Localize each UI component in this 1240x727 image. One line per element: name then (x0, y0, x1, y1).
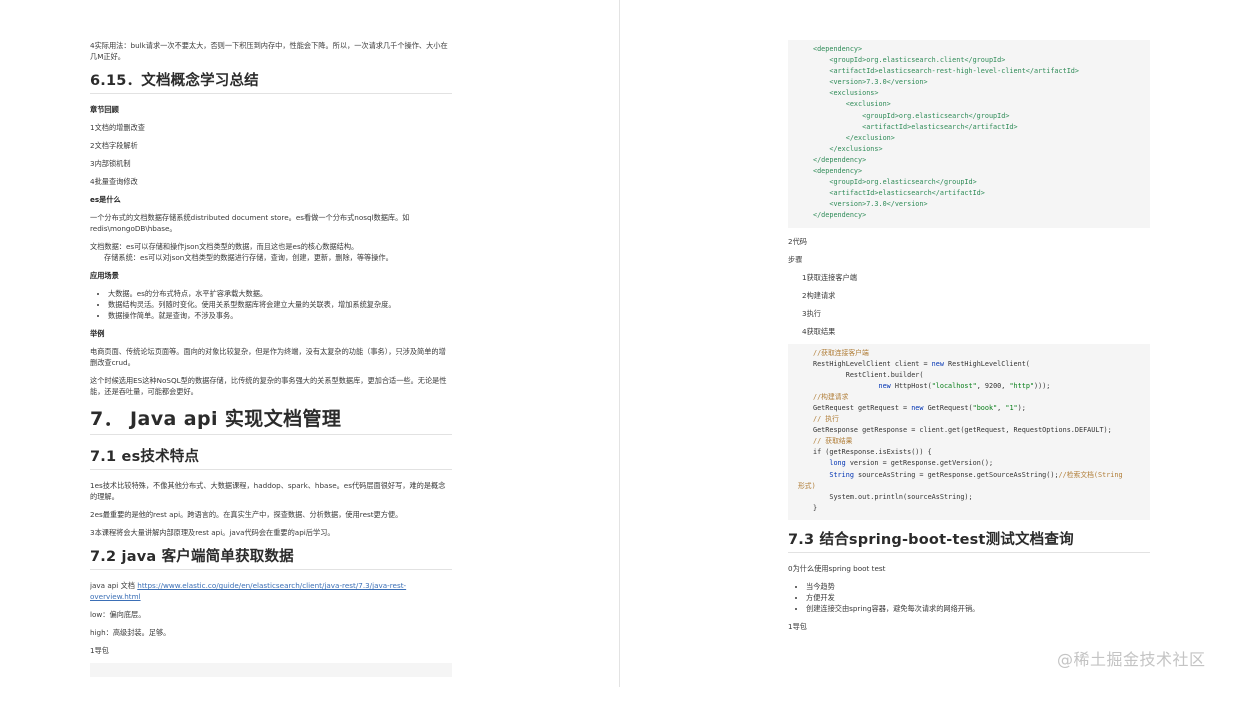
code-line: <artifactId>elasticsearch</artifactId> (813, 122, 1018, 131)
code-line: long version = getResponse.getVersion(); (829, 459, 994, 468)
code-line: String sourceAsString = getResponse.getS… (829, 470, 1123, 479)
high-level-paragraph: high：高级封装。足够。 (90, 628, 171, 637)
recap-item: 1文档的增删改查 (90, 123, 145, 132)
watermark: @稀土掘金技术社区 (1057, 650, 1206, 669)
why-list: 当今趋势 方便开发 创建连接交由spring容器，避免每次请求的网络开销。 (788, 581, 1150, 614)
code-line: <dependency> (813, 167, 863, 176)
import-package-label: 1导包 (788, 621, 807, 631)
feature-paragraph: 1es技术比较特殊，不像其他分布式、大数据课程，haddop、spark、hba… (90, 481, 446, 501)
right-page: <dependency> <groupId>org.elasticsearch.… (788, 0, 1150, 727)
page-divider (619, 0, 620, 687)
section-7-1-title: 7.1 es技术特点 (90, 445, 452, 470)
code-comment: // 执行 (813, 415, 839, 424)
code-line: System.out.println(sourceAsString); (813, 492, 973, 501)
code-line: RestClient.builder( (813, 370, 924, 379)
low-level-paragraph: low：偏向底层。 (90, 610, 146, 619)
recap-heading: 章节回顾 (90, 105, 119, 114)
code-line: <exclusions> (813, 89, 879, 98)
document-spread: 4实际用法：bulk请求一次不要太大，否则一下积压到内存中，性能会下降。所以，一… (0, 0, 1240, 687)
list-item: 大数据。es的分布式特点，水平扩容承载大数据。 (108, 288, 452, 299)
list-item: 数据结构灵活。列随时变化。使用关系型数据库将会建立大量的关联表，增加系统复杂度。 (108, 299, 452, 310)
section-7-3-title: 7.3 结合spring-boot-test测试文档查询 (788, 528, 1150, 553)
code-line: </exclusions> (813, 144, 883, 153)
api-doc-paragraph: java api 文档 https://www.elastic.co/guide… (90, 580, 452, 602)
code-line: } (813, 503, 818, 512)
code-block-stub (90, 663, 452, 677)
code-line: <dependency> (813, 45, 863, 53)
step-item: 3执行 (802, 308, 821, 318)
example-heading: 举例 (90, 329, 105, 338)
api-doc-link[interactable]: https://www.elastic.co/guide/en/elastics… (90, 581, 406, 601)
code-line: new HttpHost("localhost", 9200, "http"))… (878, 381, 1051, 390)
feature-paragraph: 3本课程将会大量讲解内部原理及rest api。java代码会在重要的api后学… (90, 528, 335, 537)
steps-label: 步骤 (788, 254, 803, 264)
left-page: 4实际用法：bulk请求一次不要太大，否则一下积压到内存中，性能会下降。所以，一… (90, 0, 452, 727)
code-comment: //构建请求 (813, 392, 849, 401)
step-item: 2构建请求 (802, 290, 836, 300)
code-line: GetResponse getResponse = client.get(get… (813, 426, 1112, 435)
api-doc-label: java api 文档 (90, 581, 138, 590)
code-line: </dependency> (813, 155, 867, 164)
bulk-usage-paragraph: 4实际用法：bulk请求一次不要太大，否则一下积压到内存中，性能会下降。所以，一… (90, 41, 448, 61)
code-line: <version>7.3.0</version> (813, 78, 928, 87)
code-line: RestHighLevelClient client = new RestHig… (813, 359, 1030, 368)
use-cases-list: 大数据。es的分布式特点，水平扩容承载大数据。 数据结构灵活。列随时变化。使用关… (90, 288, 452, 321)
document-data-paragraph: 文档数据：es可以存储和操作json文档类型的数据，而且这也是es的核心数据结构… (90, 242, 359, 251)
section-6-15-title: 6.15．文档概念学习总结 (90, 69, 452, 94)
section-7-2-title: 7.2 java 客户端简单获取数据 (90, 545, 452, 570)
step-item: 4获取结果 (802, 326, 836, 336)
storage-system-paragraph: 存储系统：es可以对json文档类型的数据进行存储，查询，创建，更新，删除，等等… (104, 253, 393, 262)
code-line: <exclusion> (813, 100, 891, 109)
use-cases-heading: 应用场景 (90, 271, 119, 280)
list-item: 当今趋势 (806, 581, 1150, 592)
recap-item: 2文档字段解析 (90, 141, 138, 150)
list-item: 创建连接交由spring容器，避免每次请求的网络开销。 (806, 603, 1150, 614)
code-line: <groupId>org.elasticsearch</groupId> (813, 111, 1010, 120)
list-item: 方便开发 (806, 592, 1150, 603)
code-line: </exclusion> (813, 133, 895, 142)
recap-item: 4批量查询修改 (90, 177, 138, 186)
code-comment: //获取连接客户端 (813, 348, 869, 357)
why-spring-boot-test: 0为什么使用spring boot test (788, 563, 886, 573)
recap-item: 3内部锁机制 (90, 159, 131, 168)
code-comment: 形式) (798, 481, 816, 490)
example-paragraph: 电商页面、传统论坛页面等。面向的对象比较复杂，但是作为终端，没有太复杂的功能（事… (90, 347, 446, 367)
code-line: <artifactId>elasticsearch</artifactId> (813, 189, 985, 198)
code-line: </dependency> (813, 211, 867, 220)
maven-dependency-code: <dependency> <groupId>org.elasticsearch.… (788, 40, 1150, 228)
chapter-7-title: 7． Java api 实现文档管理 (90, 404, 452, 435)
code-line: <version>7.3.0</version> (813, 200, 928, 209)
code-comment: // 获取结果 (813, 437, 853, 446)
code-label: 2代码 (788, 236, 807, 246)
code-line: GetRequest getRequest = new GetRequest("… (813, 403, 1026, 412)
code-line: <artifactId>elasticsearch-rest-high-leve… (813, 67, 1079, 76)
list-item: 数据操作简单。就是查询，不涉及事务。 (108, 310, 452, 321)
java-client-code: //获取连接客户端 RestHighLevelClient client = ne… (788, 343, 1150, 520)
code-line: <groupId>org.elasticsearch.client</group… (813, 56, 1006, 65)
import-package-label: 1导包 (90, 646, 109, 655)
step-item: 1获取连接客户端 (802, 272, 857, 282)
feature-paragraph: 2es最重要的是他的rest api。跨语言的。在真实生产中，探查数据、分析数据… (90, 510, 403, 519)
code-line: <groupId>org.elasticsearch</groupId> (813, 178, 977, 187)
nosql-paragraph: 这个时候选用ES这种NoSQL型的数据存储，比传统的复杂的事务强大的关系型数据库… (90, 376, 447, 396)
what-is-es-heading: es是什么 (90, 195, 121, 204)
code-line: if (getResponse.isExists()) { (813, 448, 932, 457)
what-is-es-paragraph: 一个分布式的文档数据存储系统distributed document store… (90, 213, 410, 233)
